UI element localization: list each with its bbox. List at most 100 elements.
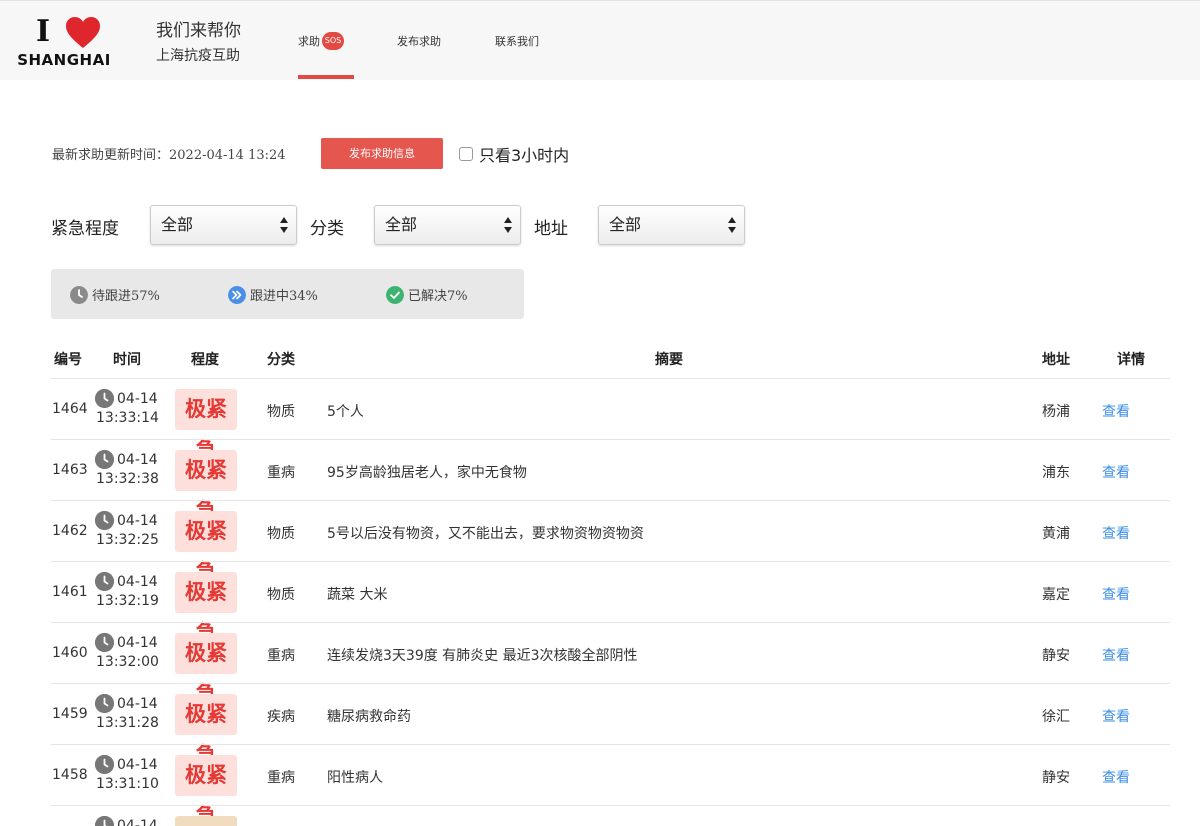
category-select[interactable]: 全部	[374, 205, 521, 245]
urgency-badge: 极紧急	[175, 755, 237, 826]
request-id: 1464	[52, 401, 88, 417]
request-date: 04-14	[117, 452, 158, 468]
view-detail-link[interactable]: 查看	[1102, 462, 1130, 482]
request-address: 黄浦	[1042, 526, 1070, 542]
table-row[interactable]: 1462 04-14 13:32:25 极紧急 物质 5号以后没有物资，又不能出去，要求物…	[51, 500, 1170, 584]
nav-publish-tab[interactable]: 发布求助	[397, 33, 441, 49]
request-address: 嘉定	[1042, 587, 1070, 603]
brand-title: 我们来帮你 上海抗疫互助	[156, 19, 241, 67]
request-date: 04-14	[117, 696, 158, 712]
request-id: 1463	[52, 462, 88, 478]
request-category: 物质	[267, 404, 295, 420]
request-date: 04-14	[117, 574, 158, 590]
category-select-value: 全部	[385, 215, 418, 234]
col-header-category: 分类	[267, 352, 295, 368]
request-time: 13:31:28	[96, 715, 159, 731]
request-date: 04-14	[117, 757, 158, 773]
only-3h-checkbox[interactable]	[459, 147, 473, 161]
urgency-badge	[175, 816, 237, 826]
i-love-shanghai-logo[interactable]: I SHANGHAI	[10, 15, 118, 71]
logo-top: I	[36, 15, 106, 49]
request-address: 徐汇	[1042, 709, 1070, 725]
check-circle-icon	[386, 285, 404, 304]
urgency-filter-label: 紧急程度	[51, 219, 119, 239]
request-address: 静安	[1042, 770, 1070, 786]
col-header-detail: 详情	[1117, 352, 1145, 368]
stat-following[interactable]: 跟进中34%	[228, 285, 318, 304]
request-summary: 连续发烧3天39度 有肺炎史 最近3次核酸全部阴性	[327, 648, 638, 664]
request-summary: 5个人	[327, 404, 364, 420]
view-detail-link[interactable]: 查看	[1102, 523, 1130, 543]
nav-active-indicator	[298, 75, 354, 79]
logo-i: I	[36, 14, 51, 49]
clock-icon	[95, 389, 114, 408]
clock-icon	[70, 285, 88, 304]
request-id: 1460	[52, 645, 88, 661]
col-header-id: 编号	[54, 352, 82, 368]
publish-help-button[interactable]: 发布求助信息	[321, 138, 443, 169]
heart-icon	[66, 17, 100, 48]
table-row-partial[interactable]: 04-14	[51, 805, 1170, 826]
logo-word: SHANGHAI	[17, 51, 111, 69]
col-header-time: 时间	[113, 352, 141, 368]
col-header-level: 程度	[191, 352, 219, 368]
view-detail-link[interactable]: 查看	[1102, 706, 1130, 726]
select-arrows-icon	[504, 216, 512, 234]
request-category: 物质	[267, 587, 295, 603]
urgency-badge: 极紧急	[175, 389, 237, 462]
table-row[interactable]: 1458 04-14 13:31:10 极紧急 重病 阳性病人 静安 查看	[51, 744, 1170, 826]
table-row[interactable]: 1463 04-14 13:32:38 极紧急 重病 95岁高龄独居老人，家中无食物 浦东 查…	[51, 439, 1170, 523]
stat-following-label: 跟进中34%	[250, 289, 318, 304]
urgency-select-value: 全部	[161, 215, 194, 234]
request-id: 1462	[52, 523, 88, 539]
request-date: 04-14	[117, 513, 158, 529]
address-select[interactable]: 全部	[598, 205, 745, 245]
table-row[interactable]: 1461 04-14 13:32:19 极紧急 物质 蔬菜 大米 嘉定 查看	[51, 561, 1170, 645]
request-summary: 95岁高龄独居老人，家中无食物	[327, 465, 527, 481]
table-row[interactable]: 1460 04-14 13:32:00 极紧急 重病 连续发烧3天39度 有肺炎史 最近3…	[51, 622, 1170, 706]
request-category: 物质	[267, 526, 295, 542]
urgency-badge: 极紧急	[175, 694, 237, 767]
urgency-select[interactable]: 全部	[150, 205, 297, 245]
select-arrows-icon	[728, 216, 736, 234]
nav-help-label: 求助	[298, 35, 320, 48]
request-date: 04-14	[117, 391, 158, 407]
view-detail-link[interactable]: 查看	[1102, 767, 1130, 787]
stat-pending-label: 待跟进57%	[92, 289, 160, 304]
last-update-text: 最新求助更新时间：2022-04-14 13:24	[52, 148, 286, 163]
nav-contact-tab[interactable]: 联系我们	[495, 33, 539, 49]
request-id: 1458	[52, 767, 88, 783]
view-detail-link[interactable]: 查看	[1102, 584, 1130, 604]
request-summary: 阳性病人	[327, 770, 383, 786]
request-category: 疾病	[267, 709, 295, 725]
request-id: 1461	[52, 584, 88, 600]
request-summary: 5号以后没有物资，又不能出去，要求物资物资物资	[327, 526, 644, 542]
request-time: 13:32:00	[96, 654, 159, 670]
view-detail-link[interactable]: 查看	[1102, 645, 1130, 665]
only-3h-label: 只看3小时内	[479, 146, 570, 165]
request-address: 杨浦	[1042, 404, 1070, 420]
request-date: 04-14	[117, 818, 158, 826]
clock-icon	[95, 572, 114, 591]
request-time: 13:33:14	[96, 410, 159, 426]
table-row[interactable]: 1459 04-14 13:31:28 极紧急 疾病 糖尿病救命药 徐汇 查看	[51, 683, 1170, 767]
col-header-summary: 摘要	[655, 352, 683, 368]
clock-icon	[95, 450, 114, 469]
clock-icon	[95, 694, 114, 713]
request-summary: 蔬菜 大米	[327, 587, 388, 603]
nav-help-tab[interactable]: 求助 SOS	[298, 32, 344, 51]
request-time: 13:32:19	[96, 593, 159, 609]
address-filter-label: 地址	[534, 219, 568, 239]
urgency-badge: 极紧急	[175, 572, 237, 645]
stat-pending[interactable]: 待跟进57%	[70, 285, 160, 304]
table-row[interactable]: 1464 04-14 13:33:14 极紧急 物质 5个人 杨浦 查看	[51, 378, 1170, 462]
urgency-badge: 极紧急	[175, 511, 237, 584]
urgency-badge: 极紧急	[175, 633, 237, 706]
clock-icon	[95, 755, 114, 774]
urgency-badge: 极紧急	[175, 450, 237, 523]
view-detail-link[interactable]: 查看	[1102, 401, 1130, 421]
col-header-address: 地址	[1042, 352, 1070, 368]
only-3h-toggle[interactable]: 只看3小时内	[459, 142, 569, 166]
request-address: 静安	[1042, 648, 1070, 664]
stat-resolved[interactable]: 已解决7%	[386, 285, 468, 304]
